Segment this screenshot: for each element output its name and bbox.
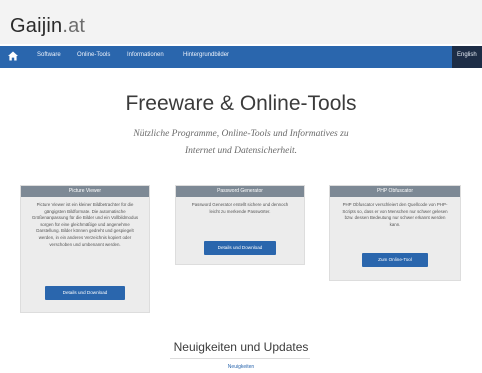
page-subtitle: Nützliche Programme, Online-Tools und In…	[133, 129, 349, 156]
page-title: Freeware & Online-Tools	[125, 92, 357, 115]
news-heading: Neuigkeiten und Updates	[173, 340, 309, 354]
brand-tld[interactable]: .at	[62, 15, 85, 37]
card-php-obfuscator: PHP Obfuscator PHP Obfuscator verschleie…	[329, 185, 461, 281]
card-title: Picture Viewer	[21, 186, 149, 197]
news-link[interactable]: Neuigkeiten	[0, 364, 482, 370]
card-title: PHP Obfuscator	[330, 186, 460, 197]
card-text: Password Generator erstellt sichere und …	[191, 202, 289, 214]
card-password-generator: Password Generator Password Generator er…	[175, 185, 305, 265]
card-title: Password Generator	[176, 186, 304, 197]
brand-name[interactable]: Gaijin	[10, 15, 62, 37]
nav-item-informationen[interactable]: Informationen	[127, 52, 164, 58]
nav-item-software[interactable]: Software	[37, 52, 61, 58]
nav-item-online-tools[interactable]: Online-Tools	[77, 52, 110, 58]
language-switch[interactable]: English	[452, 46, 482, 68]
card-text: Picture Viewer ist ein kleiner Bildbetra…	[31, 202, 139, 247]
home-icon[interactable]	[7, 50, 19, 62]
site-logo[interactable]: Gaijin.at	[10, 15, 85, 38]
card-picture-viewer: Picture Viewer Picture Viewer ist ein kl…	[20, 185, 150, 313]
divider	[170, 358, 310, 359]
card-text: PHP Obfuscator verschleiert den Quellcod…	[342, 202, 448, 227]
nav-item-hintergrundbilder[interactable]: Hintergrundbilder	[183, 52, 229, 58]
details-download-button[interactable]: Details und Download	[45, 286, 125, 300]
main-navigation: Software Online-Tools Informationen Hint…	[0, 46, 482, 68]
online-tool-button[interactable]: Zum Online-Tool	[362, 253, 428, 267]
details-download-button[interactable]: Details und Download	[204, 241, 276, 255]
top-bar: Gaijin.at	[0, 0, 482, 44]
